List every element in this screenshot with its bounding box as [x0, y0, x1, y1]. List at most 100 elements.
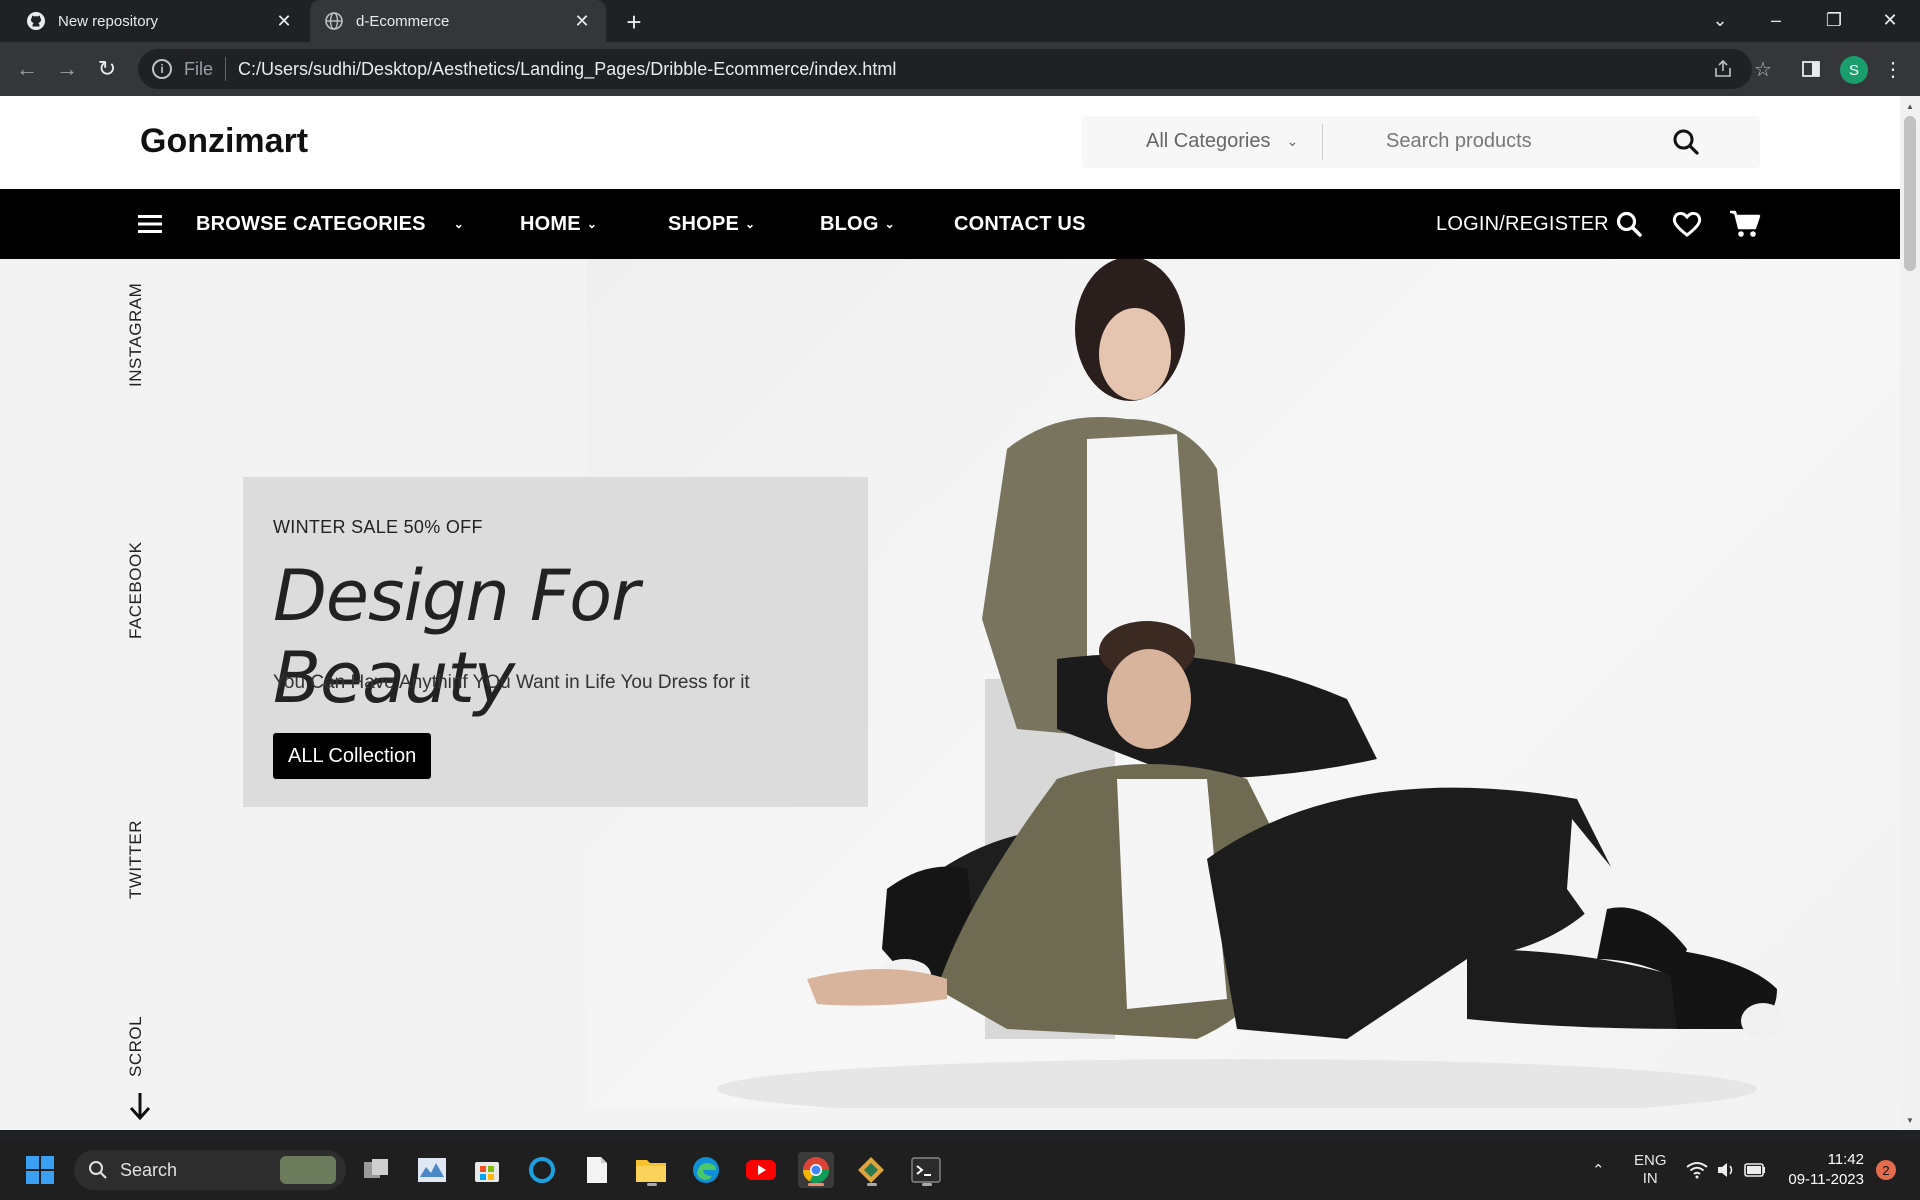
nav-home-label: HOME — [520, 212, 581, 235]
site-logo[interactable]: Gonzimart — [140, 122, 308, 161]
new-tab-plus-icon[interactable]: + — [620, 7, 648, 37]
chrome-icon[interactable] — [798, 1152, 834, 1188]
promo-subtext: You Can Have Anythinf YOu Want in Life Y… — [273, 672, 750, 693]
nav-shope[interactable]: SHOPE ⌄ — [668, 189, 755, 259]
chevron-down-icon: ⌄ — [1286, 133, 1299, 149]
search-divider — [1322, 124, 1323, 160]
arrow-down-icon[interactable] — [128, 1091, 152, 1121]
running-indicator — [647, 1183, 657, 1186]
category-select[interactable]: All Categories ⌄ — [1146, 130, 1298, 153]
all-collection-button[interactable]: ALL Collection — [273, 733, 432, 779]
system-clock[interactable]: 11:42 09-11-2023 — [1780, 1150, 1864, 1190]
browse-categories-label: BROWSE CATEGORIES — [196, 212, 426, 235]
running-indicator — [808, 1183, 824, 1186]
wifi-icon[interactable] — [1686, 1140, 1708, 1200]
cortana-icon[interactable] — [524, 1152, 560, 1188]
social-link-facebook[interactable]: FACEBOOK — [126, 541, 146, 639]
browser-tab-bar: New repository ✕ d-Ecommerce ✕ + ⌄ – ❐ ✕ — [0, 0, 1920, 42]
globe-icon — [324, 11, 344, 31]
volume-icon[interactable] — [1716, 1140, 1736, 1200]
youtube-icon[interactable] — [743, 1152, 779, 1188]
social-link-twitter[interactable]: TWITTER — [126, 820, 146, 899]
windows-taskbar: Search ⌃ ENG IN 11:42 09-11-2023 2 — [0, 1140, 1920, 1200]
profile-avatar[interactable]: S — [1840, 56, 1868, 84]
notification-badge[interactable]: 2 — [1876, 1160, 1896, 1180]
clock-date: 09-11-2023 — [1788, 1171, 1864, 1188]
edge-icon[interactable] — [688, 1152, 724, 1188]
url-text[interactable]: C:/Users/sudhi/Desktop/Aesthetics/Landin… — [238, 59, 896, 80]
nav-blog-label: BLOG — [820, 212, 879, 235]
side-panel-icon[interactable] — [1798, 56, 1824, 82]
scroll-label: SCROL — [126, 1015, 145, 1077]
hamburger-menu-icon[interactable] — [133, 207, 167, 241]
nav-contact-us[interactable]: CONTACT US — [954, 189, 1086, 259]
file-explorer-icon[interactable] — [633, 1152, 669, 1188]
taskbar-search[interactable]: Search — [74, 1150, 346, 1190]
search-icon — [89, 1161, 107, 1179]
close-icon[interactable]: ✕ — [572, 11, 592, 31]
notepad-icon[interactable] — [579, 1152, 615, 1188]
site-header: Gonzimart All Categories ⌄ Search produc… — [0, 96, 1900, 189]
social-link-instagram[interactable]: INSTAGRAM — [126, 283, 146, 387]
chevron-down-icon: ⌄ — [745, 217, 756, 231]
running-indicator — [922, 1183, 932, 1186]
browser-toolbar: ← → ↻ i File C:/Users/sudhi/Desktop/Aest… — [0, 42, 1920, 96]
tab-title: d-Ecommerce — [356, 12, 450, 30]
promo-kicker: WINTER SALE 50% OFF — [273, 517, 483, 537]
language-indicator[interactable]: ENG IN — [1634, 1140, 1667, 1200]
more-menu-icon[interactable]: ⋮ — [1880, 56, 1906, 82]
taskbar-search-label: Search — [120, 1159, 178, 1180]
nav-home[interactable]: HOME ⌄ — [520, 189, 597, 259]
windows-start-icon[interactable] — [22, 1152, 58, 1188]
clock-time: 11:42 — [1827, 1151, 1864, 1168]
chevron-down-icon: ⌄ — [884, 217, 895, 231]
github-icon — [26, 11, 46, 31]
browse-categories-button[interactable]: BROWSE CATEGORIES ⌄ — [196, 189, 464, 259]
close-window-icon[interactable]: ✕ — [1862, 0, 1918, 40]
microsoft-store-icon[interactable] — [469, 1152, 505, 1188]
tab-new-repository[interactable]: New repository ✕ — [12, 0, 308, 42]
language-region: IN — [1642, 1170, 1658, 1187]
omnibox-divider — [225, 57, 227, 81]
scheme-label: File — [184, 58, 214, 79]
share-icon[interactable] — [1710, 56, 1736, 82]
search-icon[interactable] — [1612, 207, 1646, 241]
tab-search-chevron-icon[interactable]: ⌄ — [1692, 0, 1748, 40]
widgets-icon[interactable] — [414, 1152, 450, 1188]
search-highlight-image — [280, 1156, 336, 1184]
bookmark-star-icon[interactable]: ☆ — [1750, 56, 1776, 82]
search-icon[interactable] — [1672, 128, 1700, 156]
tab-title: New repository — [58, 12, 159, 30]
category-select-value: All Categories — [1146, 130, 1271, 152]
tab-d-ecommerce[interactable]: d-Ecommerce ✕ — [310, 0, 606, 42]
cart-icon[interactable] — [1728, 207, 1762, 241]
language-code: ENG — [1634, 1152, 1667, 1169]
heart-icon[interactable] — [1670, 207, 1704, 241]
terminal-icon[interactable] — [908, 1152, 944, 1188]
info-icon[interactable]: i — [152, 59, 172, 79]
running-indicator — [867, 1183, 877, 1186]
chevron-down-icon: ⌄ — [586, 217, 598, 231]
close-icon[interactable]: ✕ — [274, 11, 294, 31]
minimize-icon[interactable]: – — [1748, 0, 1804, 40]
login-register-link[interactable]: LOGIN/REGISTER — [1436, 189, 1609, 259]
restore-icon[interactable]: ❐ — [1806, 0, 1862, 40]
task-view-icon[interactable] — [358, 1152, 394, 1188]
page-scrollbar[interactable]: ▲ ▼ — [1900, 96, 1920, 1130]
address-bar[interactable]: i File C:/Users/sudhi/Desktop/Aesthetics… — [138, 49, 1752, 89]
back-arrow-icon[interactable]: ← — [12, 54, 42, 84]
nav-shope-label: SHOPE — [668, 212, 740, 235]
web-page: Gonzimart All Categories ⌄ Search produc… — [0, 96, 1900, 1130]
sourcetree-icon[interactable] — [853, 1152, 889, 1188]
forward-arrow-icon[interactable]: → — [52, 54, 82, 84]
product-search-bar: All Categories ⌄ Search products — [1082, 116, 1760, 168]
battery-icon[interactable] — [1744, 1140, 1766, 1200]
search-input[interactable]: Search products — [1386, 130, 1532, 153]
scroll-up-arrow-icon[interactable]: ▲ — [1905, 102, 1915, 111]
scrollbar-thumb[interactable] — [1904, 116, 1916, 271]
scroll-down-arrow-icon[interactable]: ▼ — [1905, 1116, 1915, 1125]
promo-panel: WINTER SALE 50% OFF Design For Beauty Yo… — [243, 477, 868, 807]
nav-blog[interactable]: BLOG ⌄ — [820, 189, 895, 259]
reload-icon[interactable]: ↻ — [92, 54, 122, 84]
show-hidden-icons-chevron-icon[interactable]: ⌃ — [1592, 1140, 1605, 1200]
